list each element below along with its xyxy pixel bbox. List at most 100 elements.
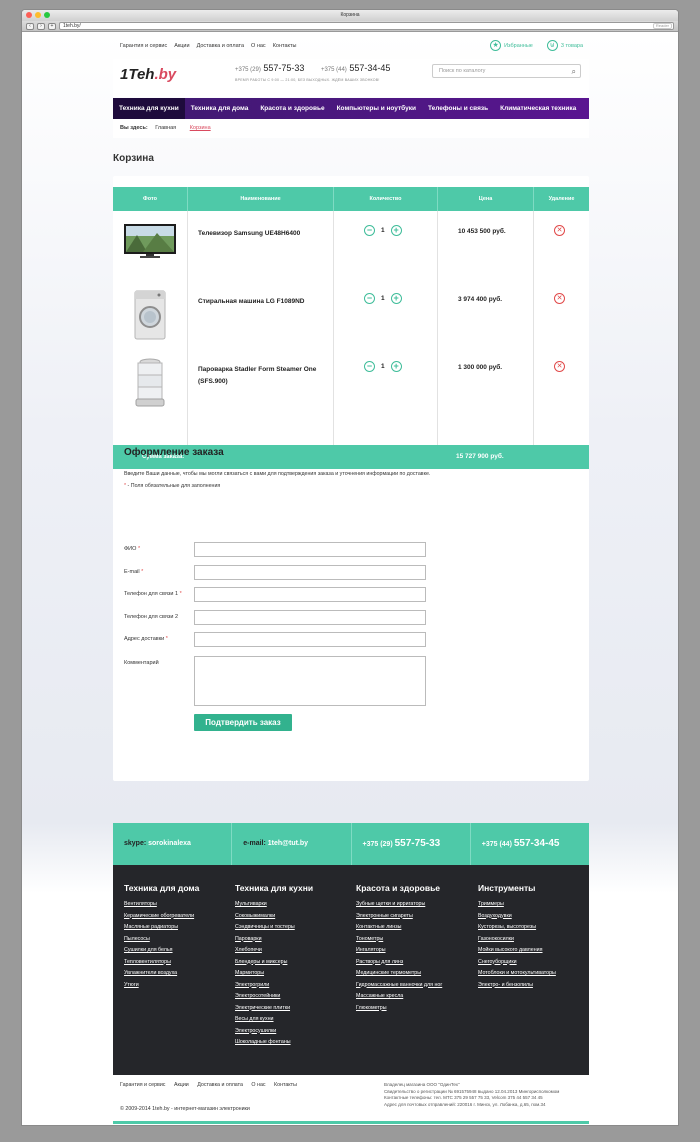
footer-link[interactable]: Воздуходувки xyxy=(478,911,556,923)
zoom-icon[interactable] xyxy=(44,12,50,18)
email-value[interactable]: 1teh@tut.by xyxy=(268,840,308,847)
address-bar[interactable]: 1teh.by/ Reader xyxy=(59,22,674,30)
footer-link[interactable]: Триммеры xyxy=(478,899,556,911)
nav-climate[interactable]: Климатическая техника xyxy=(494,98,582,119)
footer-link[interactable]: Контактные линзы xyxy=(356,922,442,934)
footer-link[interactable]: Снегоуборщики xyxy=(478,957,556,969)
footer-link[interactable]: Растворы для линз xyxy=(356,957,442,969)
product-price: 10 453 500 руб. xyxy=(438,211,534,279)
footer-link[interactable]: Электросушилки xyxy=(235,1026,313,1038)
bottom-link[interactable]: О нас xyxy=(251,1082,265,1088)
remove-item-icon[interactable]: ✕ xyxy=(554,225,565,236)
remove-item-icon[interactable]: ✕ xyxy=(554,293,565,304)
comment-field[interactable] xyxy=(194,656,426,706)
topnav-contacts[interactable]: Контакты xyxy=(273,43,297,49)
cart-link[interactable]: ⊎ 3 товара xyxy=(546,40,583,51)
address-field[interactable] xyxy=(194,632,426,647)
decrease-qty-button[interactable]: − xyxy=(364,225,375,236)
nav-home[interactable]: Техника для дома xyxy=(185,98,255,119)
footer-link[interactable]: Электрические плитки xyxy=(235,1003,313,1015)
breadcrumb-home[interactable]: Главная xyxy=(155,125,176,131)
topnav-about[interactable]: О нас xyxy=(251,43,266,49)
name-field[interactable] xyxy=(194,542,426,557)
footer-link[interactable]: Шоколадные фонтаны xyxy=(235,1037,313,1049)
footer-link[interactable]: Пылесосы xyxy=(124,934,199,946)
bottom-link[interactable]: Контакты xyxy=(274,1082,297,1088)
footer-link[interactable]: Мультиварки xyxy=(235,899,313,911)
product-name[interactable]: Пароварка Stadler Form Steamer One (SFS.… xyxy=(188,347,334,415)
tv-image[interactable] xyxy=(123,221,177,261)
footer-link[interactable]: Весы для кухни xyxy=(235,1014,313,1026)
footer-link[interactable]: Сэндвичницы и тостеры xyxy=(235,922,313,934)
phone2-field[interactable] xyxy=(194,610,426,625)
product-name[interactable]: Телевизор Samsung UE48H6400 xyxy=(188,211,334,279)
footer-link[interactable]: Медицинские термометры xyxy=(356,968,442,980)
footer-link[interactable]: Керамические обогреватели xyxy=(124,911,199,923)
remove-item-icon[interactable]: ✕ xyxy=(554,361,565,372)
footer-link[interactable]: Хлебопечи xyxy=(235,945,313,957)
topnav-warranty[interactable]: Гарантия и сервис xyxy=(120,43,167,49)
search-input[interactable]: Поиск по каталогу ⌕ xyxy=(432,64,581,78)
footer-link[interactable]: Глюкометры xyxy=(356,1003,442,1015)
steamer-image[interactable] xyxy=(123,357,177,409)
footer-link[interactable]: Соковыжималки xyxy=(235,911,313,923)
footer-link[interactable]: Сушилки для белья xyxy=(124,945,199,957)
footer-link[interactable]: Зубные щетки и ирригаторы xyxy=(356,899,442,911)
footer-link[interactable]: Электронные сигареты xyxy=(356,911,442,923)
footer-link[interactable]: Гидромассажные ванночки для ног xyxy=(356,980,442,992)
footer-link[interactable]: Электросотейники xyxy=(235,991,313,1003)
washing-machine-image[interactable] xyxy=(123,289,177,341)
topnav-delivery[interactable]: Доставка и оплата xyxy=(197,43,244,49)
footer-link[interactable]: Тонометры xyxy=(356,934,442,946)
close-icon[interactable] xyxy=(26,12,32,18)
footer-link[interactable]: Газонокосилки xyxy=(478,934,556,946)
footer-link[interactable]: Ингаляторы xyxy=(356,945,442,957)
footer-link[interactable]: Мойки высокого давления xyxy=(478,945,556,957)
search-icon[interactable]: ⌕ xyxy=(572,66,576,78)
add-tab-button[interactable]: + xyxy=(48,22,56,30)
footer-link[interactable]: Кусторезы, высоторезы xyxy=(478,922,556,934)
footer-link[interactable]: Увлажнители воздуха xyxy=(124,968,199,980)
bottom-link[interactable]: Акции xyxy=(174,1082,189,1088)
reader-button[interactable]: Reader xyxy=(652,23,672,29)
footer-link[interactable]: Мотоблоки и мотокультиваторы xyxy=(478,968,556,980)
favorites-link[interactable]: ★ Избранные xyxy=(490,40,533,51)
bottom-link[interactable]: Гарантия и сервис xyxy=(120,1082,165,1088)
footer-link[interactable]: Мармиторы xyxy=(235,968,313,980)
back-button[interactable]: ‹ xyxy=(26,22,34,30)
nav-phones[interactable]: Телефоны и связь xyxy=(422,98,494,119)
footer-link[interactable]: Массажные кресла xyxy=(356,991,442,1003)
submit-order-button[interactable]: Подтвердить заказ xyxy=(194,714,292,731)
minimize-icon[interactable] xyxy=(35,12,41,18)
footer-link[interactable]: Тепловентиляторы xyxy=(124,957,199,969)
footer-link[interactable]: Электро- и бензопилы xyxy=(478,980,556,992)
footer-link[interactable]: Пароварки xyxy=(235,934,313,946)
phone1-field[interactable] xyxy=(194,587,426,602)
web-page: Гарантия и сервис Акции Доставка и оплат… xyxy=(22,33,678,1125)
bottom-link[interactable]: Доставка и оплата xyxy=(197,1082,243,1088)
footer-link[interactable]: Масляные радиаторы xyxy=(124,922,199,934)
nav-computers[interactable]: Компьютеры и ноутбуки xyxy=(331,98,422,119)
decrease-qty-button[interactable]: − xyxy=(364,361,375,372)
increase-qty-button[interactable]: + xyxy=(390,293,402,304)
breadcrumb-current: Корзина xyxy=(189,125,211,131)
cart-card: Фото Наименование Количество Цена Удален… xyxy=(113,176,589,781)
footer-link[interactable]: Утюги xyxy=(124,980,199,992)
footer-link[interactable]: Электрогрили xyxy=(235,980,313,992)
nav-kitchen[interactable]: Техника для кухни xyxy=(113,98,185,119)
required-note: * - Поля обязательные для заполнения xyxy=(124,483,579,489)
qty-cell: − 1 + xyxy=(334,347,438,415)
nav-beauty[interactable]: Красота и здоровье xyxy=(254,98,330,119)
footer-link[interactable]: Блендеры и миксеры xyxy=(235,957,313,969)
product-name[interactable]: Стиральная машина LG F1089ND xyxy=(188,279,334,347)
required-note-text: - Поля обязательные для заполнения xyxy=(127,483,221,489)
skype-value[interactable]: sorokinalexa xyxy=(148,840,191,847)
site-logo[interactable]: 1Teh.by xyxy=(120,66,176,83)
topnav-promos[interactable]: Акции xyxy=(174,43,189,49)
increase-qty-button[interactable]: + xyxy=(390,225,402,236)
email-field[interactable] xyxy=(194,565,426,580)
footer-link[interactable]: Вентиляторы xyxy=(124,899,199,911)
decrease-qty-button[interactable]: − xyxy=(364,293,375,304)
forward-button[interactable]: › xyxy=(37,22,45,30)
increase-qty-button[interactable]: + xyxy=(390,361,402,372)
